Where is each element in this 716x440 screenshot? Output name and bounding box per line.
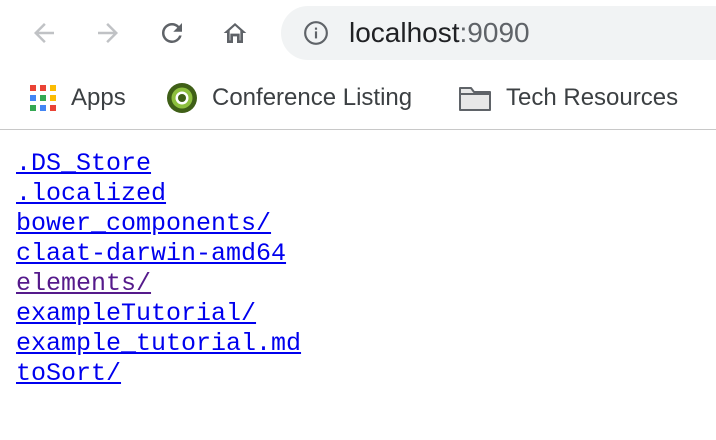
bookmark-label: Tech Resources <box>506 84 679 111</box>
arrow-right-icon <box>98 23 118 43</box>
browser-toolbar: localhost:9090 <box>0 0 716 66</box>
file-link[interactable]: example_tutorial.md <box>16 329 301 359</box>
url-text[interactable]: localhost:9090 <box>349 18 530 48</box>
file-link[interactable]: .DS_Store <box>16 149 301 179</box>
apps-grid-icon <box>30 85 56 111</box>
file-link[interactable]: claat-darwin-amd64 <box>16 239 301 269</box>
bookmarks-bar: Apps Conference Listing Tech Resources <box>0 66 716 130</box>
file-link[interactable]: bower_components/ <box>16 209 301 239</box>
bookmark-label: Apps <box>71 84 126 111</box>
bookmark-conference-listing[interactable]: Conference Listing <box>166 66 412 130</box>
home-button[interactable] <box>215 13 255 53</box>
bookmark-label: Conference Listing <box>212 84 413 111</box>
url-host: localhost <box>349 17 460 48</box>
dl-logo-icon <box>167 83 197 113</box>
reload-icon <box>161 22 182 43</box>
file-link[interactable]: toSort/ <box>16 359 301 389</box>
url-port: :9090 <box>459 17 530 48</box>
bookmark-apps[interactable]: Apps <box>29 66 126 130</box>
forward-button[interactable] <box>88 13 128 53</box>
directory-listing: .DS_Store .localized bower_components/claa… <box>16 149 301 389</box>
reload-button[interactable] <box>152 13 192 53</box>
file-link[interactable]: exampleTutorial/ <box>16 299 301 329</box>
folder-icon <box>459 87 491 111</box>
file-link[interactable]: .localized <box>16 179 301 209</box>
arrow-left-icon <box>34 23 54 43</box>
address-bar[interactable]: localhost:9090 <box>281 6 716 60</box>
info-icon[interactable] <box>303 20 329 46</box>
back-button[interactable] <box>24 13 64 53</box>
home-icon <box>223 23 247 43</box>
bookmark-folder-tech-resources[interactable]: Tech Resources <box>458 66 678 130</box>
file-link[interactable]: elements/ <box>16 269 301 299</box>
